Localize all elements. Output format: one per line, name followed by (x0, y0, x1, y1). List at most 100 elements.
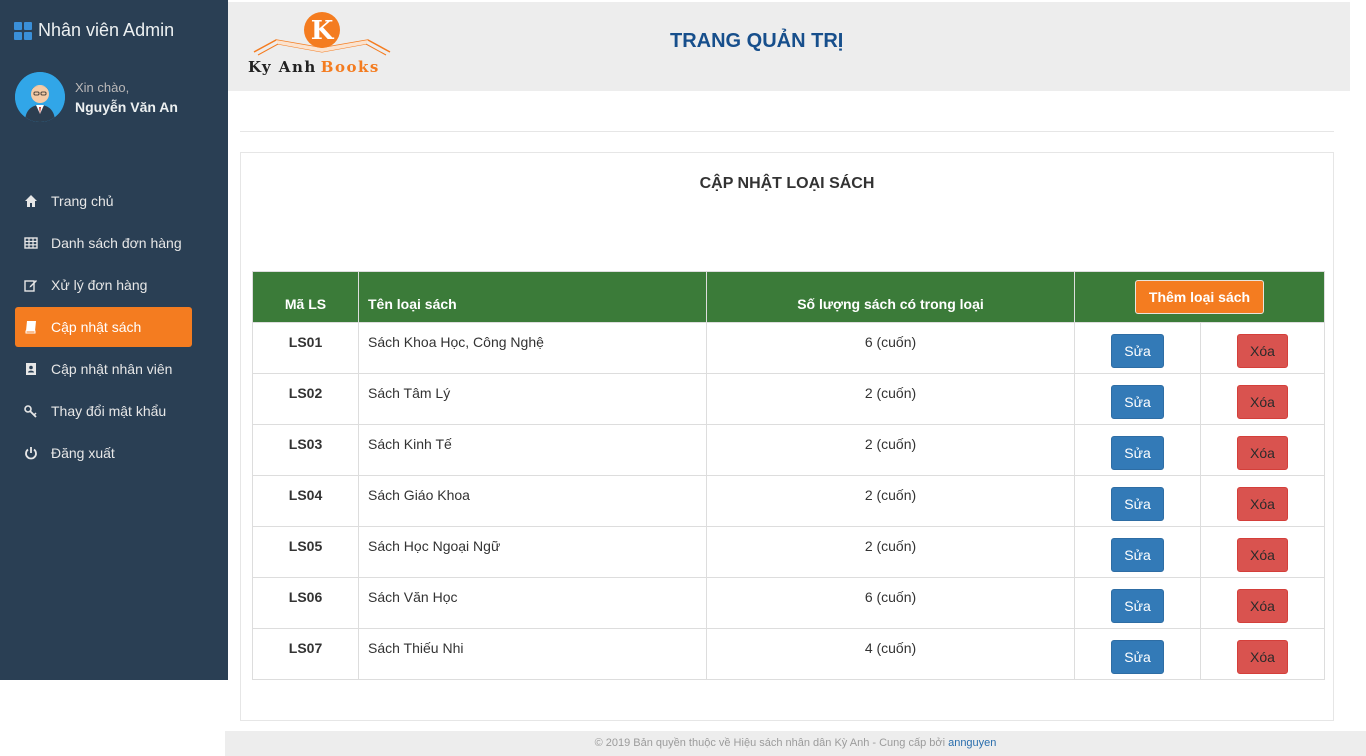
sidebar-item-label: Thay đổi mật khẩu (51, 403, 167, 419)
edit-button[interactable]: Sửa (1111, 640, 1164, 674)
table-row: LS03 Sách Kinh Tế 2 (cuốn) Sửa Xóa (252, 424, 1325, 476)
sidebar-item-label: Trang chủ (51, 193, 114, 209)
delete-cell: Xóa (1200, 526, 1325, 578)
sidebar-item-label: Cập nhật nhân viên (51, 361, 173, 377)
avatar (15, 72, 65, 122)
book-icon (24, 320, 38, 334)
category-name: Sách Khoa Học, Công Nghệ (358, 322, 707, 374)
sidebar-item-home[interactable]: Trang chủ (15, 181, 192, 221)
sidebar-item-process-orders[interactable]: Xử lý đơn hàng (15, 265, 192, 305)
edit-button[interactable]: Sửa (1111, 538, 1164, 572)
sidebar-item-update-staff[interactable]: Cập nhật nhân viên (15, 349, 192, 389)
grid-icon (14, 21, 32, 40)
brand-title: Nhân viên Admin (38, 20, 175, 40)
category-quantity: 6 (cuốn) (706, 322, 1075, 374)
delete-button[interactable]: Xóa (1237, 640, 1288, 674)
column-header-code: Mã LS (252, 271, 359, 323)
sidebar-item-label: Xử lý đơn hàng (51, 277, 148, 293)
delete-button[interactable]: Xóa (1237, 334, 1288, 368)
edit-button[interactable]: Sửa (1111, 385, 1164, 419)
logo-word-2: Books (320, 58, 380, 76)
edit-cell: Sửa (1074, 628, 1201, 680)
category-quantity: 2 (cuốn) (706, 424, 1075, 476)
sidebar-item-orders[interactable]: Danh sách đơn hàng (15, 223, 192, 263)
sidebar-item-change-password[interactable]: Thay đổi mật khẩu (15, 391, 192, 431)
username: Nguyễn Văn An (75, 98, 178, 115)
delete-cell: Xóa (1200, 577, 1325, 629)
category-name: Sách Kinh Tế (358, 424, 707, 476)
category-code: LS05 (252, 526, 359, 578)
category-code: LS06 (252, 577, 359, 629)
delete-button[interactable]: Xóa (1237, 538, 1288, 572)
edit-button[interactable]: Sửa (1111, 436, 1164, 470)
sidebar-nav: Trang chủ Danh sách đơn hàng Xử lý đơn h… (15, 181, 192, 475)
sidebar-item-logout[interactable]: Đăng xuất (15, 433, 192, 473)
category-quantity: 2 (cuốn) (706, 373, 1075, 425)
table-row: LS05 Sách Học Ngoại Ngữ 2 (cuốn) Sửa Xóa (252, 526, 1325, 578)
table-row: LS04 Sách Giáo Khoa 2 (cuốn) Sửa Xóa (252, 475, 1325, 527)
brand[interactable]: Nhân viên Admin (14, 20, 174, 41)
delete-cell: Xóa (1200, 475, 1325, 527)
contact-book-icon (24, 362, 38, 376)
sidebar: Nhân viên Admin Xin chào, Nguyễn Văn An (0, 0, 228, 680)
delete-button[interactable]: Xóa (1237, 385, 1288, 419)
panel-title: CẬP NHẬT LOẠI SÁCH (699, 175, 875, 192)
divider (240, 131, 1334, 132)
greeting: Xin chào, (75, 79, 130, 95)
category-quantity: 2 (cuốn) (706, 526, 1075, 578)
category-name: Sách Văn Học (358, 577, 707, 629)
table-icon (24, 236, 38, 250)
home-icon (24, 194, 38, 208)
delete-button[interactable]: Xóa (1237, 589, 1288, 623)
footer: © 2019 Bản quyền thuộc về Hiệu sách nhân… (225, 731, 1366, 756)
category-name: Sách Thiếu Nhi (358, 628, 707, 680)
logo-word-1: Ky Anh (248, 58, 317, 76)
category-name: Sách Giáo Khoa (358, 475, 707, 527)
category-name: Sách Tâm Lý (358, 373, 707, 425)
add-category-button[interactable]: Thêm loại sách (1134, 280, 1265, 314)
edit-cell: Sửa (1074, 475, 1201, 527)
key-icon (24, 404, 38, 418)
footer-link[interactable]: annguyen (948, 737, 996, 749)
edit-button[interactable]: Sửa (1111, 589, 1164, 623)
delete-button[interactable]: Xóa (1237, 436, 1288, 470)
table-row: LS06 Sách Văn Học 6 (cuốn) Sửa Xóa (252, 577, 1325, 629)
table-row: LS02 Sách Tâm Lý 2 (cuốn) Sửa Xóa (252, 373, 1325, 425)
page-heading: TRANG QUẢN TRỊ (670, 30, 844, 52)
delete-cell: Xóa (1200, 373, 1325, 425)
sidebar-item-label: Đăng xuất (51, 445, 115, 461)
column-header-actions: Thêm loại sách (1074, 271, 1325, 323)
delete-cell: Xóa (1200, 628, 1325, 680)
edit-cell: Sửa (1074, 526, 1201, 578)
category-code: LS07 (252, 628, 359, 680)
table-header-row: Mã LS Tên loại sách Số lượng sách có tro… (252, 271, 1325, 323)
edit-icon (24, 278, 38, 292)
edit-cell: Sửa (1074, 424, 1201, 476)
logo[interactable]: K Ky Anh Books (246, 10, 398, 80)
category-table: Mã LS Tên loại sách Số lượng sách có tro… (252, 271, 1325, 680)
category-quantity: 6 (cuốn) (706, 577, 1075, 629)
edit-button[interactable]: Sửa (1111, 487, 1164, 521)
content-panel: CẬP NHẬT LOẠI SÁCH Mã LS Tên loại sách S… (240, 152, 1334, 721)
category-code: LS01 (252, 322, 359, 374)
category-code: LS04 (252, 475, 359, 527)
edit-button[interactable]: Sửa (1111, 334, 1164, 368)
category-quantity: 2 (cuốn) (706, 475, 1075, 527)
category-code: LS03 (252, 424, 359, 476)
delete-button[interactable]: Xóa (1237, 487, 1288, 521)
table-row: LS07 Sách Thiếu Nhi 4 (cuốn) Sửa Xóa (252, 628, 1325, 680)
user-profile: Xin chào, Nguyễn Văn An (15, 72, 178, 122)
footer-text: © 2019 Bản quyền thuộc về Hiệu sách nhân… (594, 737, 949, 749)
logo-letter: K (311, 16, 335, 46)
category-name: Sách Học Ngoại Ngữ (358, 526, 707, 578)
edit-cell: Sửa (1074, 373, 1201, 425)
sidebar-item-update-books[interactable]: Cập nhật sách (15, 307, 192, 347)
sidebar-item-label: Danh sách đơn hàng (51, 235, 182, 251)
column-header-name: Tên loại sách (358, 271, 707, 323)
logo-book-icon: K (253, 12, 391, 56)
table-row: LS01 Sách Khoa Học, Công Nghệ 6 (cuốn) Sửa X… (252, 322, 1325, 374)
power-icon (24, 446, 38, 460)
delete-cell: Xóa (1200, 424, 1325, 476)
header: K Ky Anh Books TRANG QUẢN TRỊ (228, 2, 1350, 91)
delete-cell: Xóa (1200, 322, 1325, 374)
